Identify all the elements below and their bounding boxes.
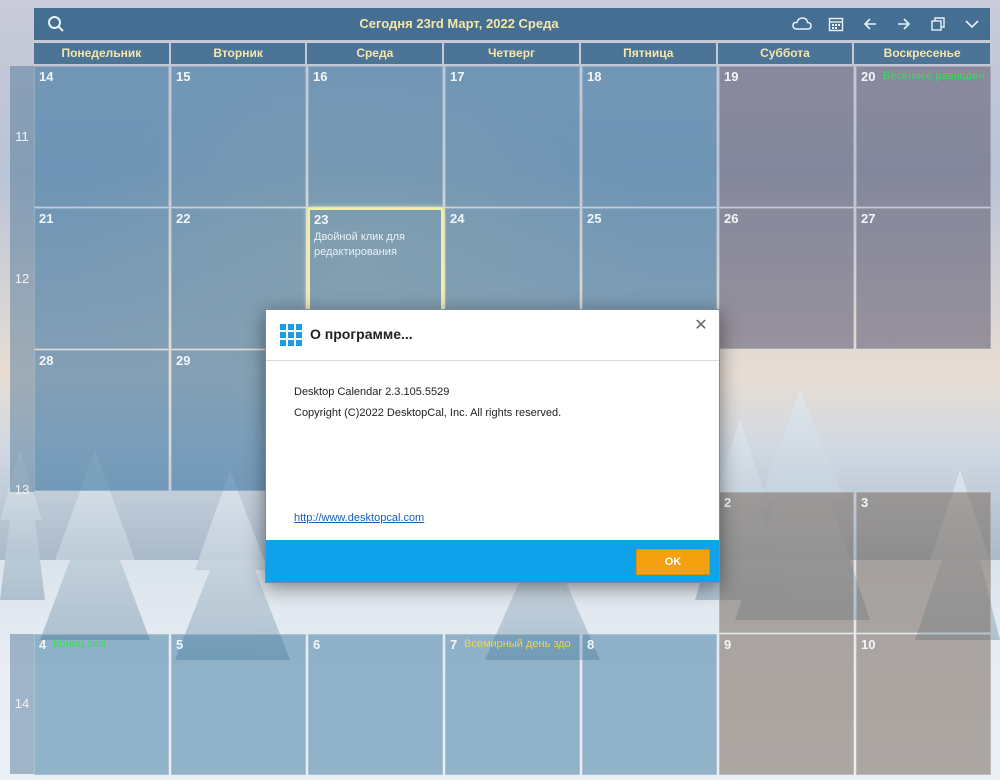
- week-number: 11: [10, 66, 34, 208]
- day-number: 29: [176, 353, 191, 368]
- day-number: 2: [724, 495, 732, 510]
- dialog-footer: OK: [266, 540, 719, 582]
- website-link[interactable]: http://www.desktopcal.com: [294, 512, 424, 524]
- day-number: 19: [724, 69, 739, 84]
- weekday-header: Понедельник Вторник Среда Четверг Пятниц…: [34, 43, 991, 64]
- event-label[interactable]: Всемирный день здо: [464, 638, 571, 650]
- about-dialog: О программе... ✕ Desktop Calendar 2.3.10…: [265, 309, 720, 583]
- day-number: 21: [39, 211, 54, 226]
- restore-window-icon[interactable]: [926, 12, 950, 36]
- day-cell[interactable]: 8: [582, 634, 717, 775]
- calendar-icon[interactable]: [824, 12, 848, 36]
- dialog-body: Desktop Calendar 2.3.105.5529 Copyright …: [294, 382, 561, 424]
- day-cell[interactable]: 6: [308, 634, 443, 775]
- event-label[interactable]: Конец зим: [53, 638, 106, 650]
- search-icon[interactable]: [44, 12, 68, 36]
- weekday-label: Вторник: [170, 43, 306, 64]
- day-number: 5: [176, 637, 184, 652]
- week-number: 13: [10, 350, 34, 497]
- day-cell[interactable]: 17: [445, 66, 580, 207]
- day-cell[interactable]: 18: [582, 66, 717, 207]
- day-number: 25: [587, 211, 602, 226]
- day-cell[interactable]: 21: [34, 208, 169, 349]
- day-number: 8: [587, 637, 595, 652]
- day-number: 24: [450, 211, 465, 226]
- weekday-label: Четверг: [444, 43, 579, 64]
- ok-button[interactable]: OK: [636, 549, 710, 575]
- day-number: 4: [39, 637, 47, 652]
- day-cell[interactable]: 2: [719, 492, 854, 633]
- day-number: 15: [176, 69, 191, 84]
- day-cell[interactable]: 14: [34, 66, 169, 207]
- day-cell[interactable]: 7 Всемирный день здо: [445, 634, 580, 775]
- calendar-toolbar: Сегодня 23rd Март, 2022 Среда: [34, 8, 990, 40]
- weekday-label: Понедельник: [34, 43, 169, 64]
- day-cell[interactable]: 10: [856, 634, 991, 775]
- day-cell[interactable]: 5: [171, 634, 306, 775]
- weekday-label: Суббота: [717, 43, 853, 64]
- cloud-icon[interactable]: [790, 12, 814, 36]
- day-cell[interactable]: 15: [171, 66, 306, 207]
- day-cell[interactable]: 16: [308, 66, 443, 207]
- week-number: 12: [10, 208, 34, 350]
- week-number: 14: [10, 634, 34, 774]
- day-cell[interactable]: 20 Весеннее равноден: [856, 66, 991, 207]
- day-number: 26: [724, 211, 739, 226]
- version-text: Desktop Calendar 2.3.105.5529: [294, 386, 450, 398]
- dialog-title: О программе...: [310, 326, 413, 342]
- weekday-label: Воскресенье: [854, 43, 991, 64]
- copyright-text: Copyright (C)2022 DesktopCal, Inc. All r…: [294, 407, 562, 419]
- arrow-left-icon[interactable]: [858, 12, 882, 36]
- dialog-header: О программе... ✕: [266, 310, 719, 361]
- day-cell[interactable]: 9: [719, 634, 854, 775]
- day-number: 16: [313, 69, 328, 84]
- day-number: 22: [176, 211, 191, 226]
- day-number: 23: [314, 212, 329, 227]
- chevron-down-icon[interactable]: [960, 12, 984, 36]
- day-number: 20: [861, 69, 876, 84]
- arrow-right-icon[interactable]: [892, 12, 916, 36]
- day-cell[interactable]: 19: [719, 66, 854, 207]
- day-number: 14: [39, 69, 54, 84]
- day-number: 7: [450, 637, 458, 652]
- weekday-label: Среда: [307, 43, 443, 64]
- event-label[interactable]: Весеннее равноден: [883, 70, 984, 82]
- day-cell[interactable]: 26: [719, 208, 854, 349]
- day-number: 27: [861, 211, 876, 226]
- day-cell[interactable]: 3: [856, 492, 991, 633]
- day-cell[interactable]: 4 Конец зим: [34, 634, 169, 775]
- day-cell[interactable]: 27: [856, 208, 991, 349]
- weekday-label: Пятница: [580, 43, 716, 64]
- day-number: 6: [313, 637, 321, 652]
- current-date-title: Сегодня 23rd Март, 2022 Среда: [359, 16, 559, 31]
- day-number: 18: [587, 69, 602, 84]
- day-cell[interactable]: 28: [34, 350, 169, 491]
- edit-hint: Двойной клик для редактирования: [314, 231, 405, 258]
- day-number: 3: [861, 495, 869, 510]
- app-grid-icon: [280, 324, 302, 346]
- day-number: 9: [724, 637, 732, 652]
- day-number: 17: [450, 69, 465, 84]
- day-number: 10: [861, 637, 876, 652]
- day-number: 28: [39, 353, 54, 368]
- close-icon[interactable]: ✕: [691, 316, 711, 336]
